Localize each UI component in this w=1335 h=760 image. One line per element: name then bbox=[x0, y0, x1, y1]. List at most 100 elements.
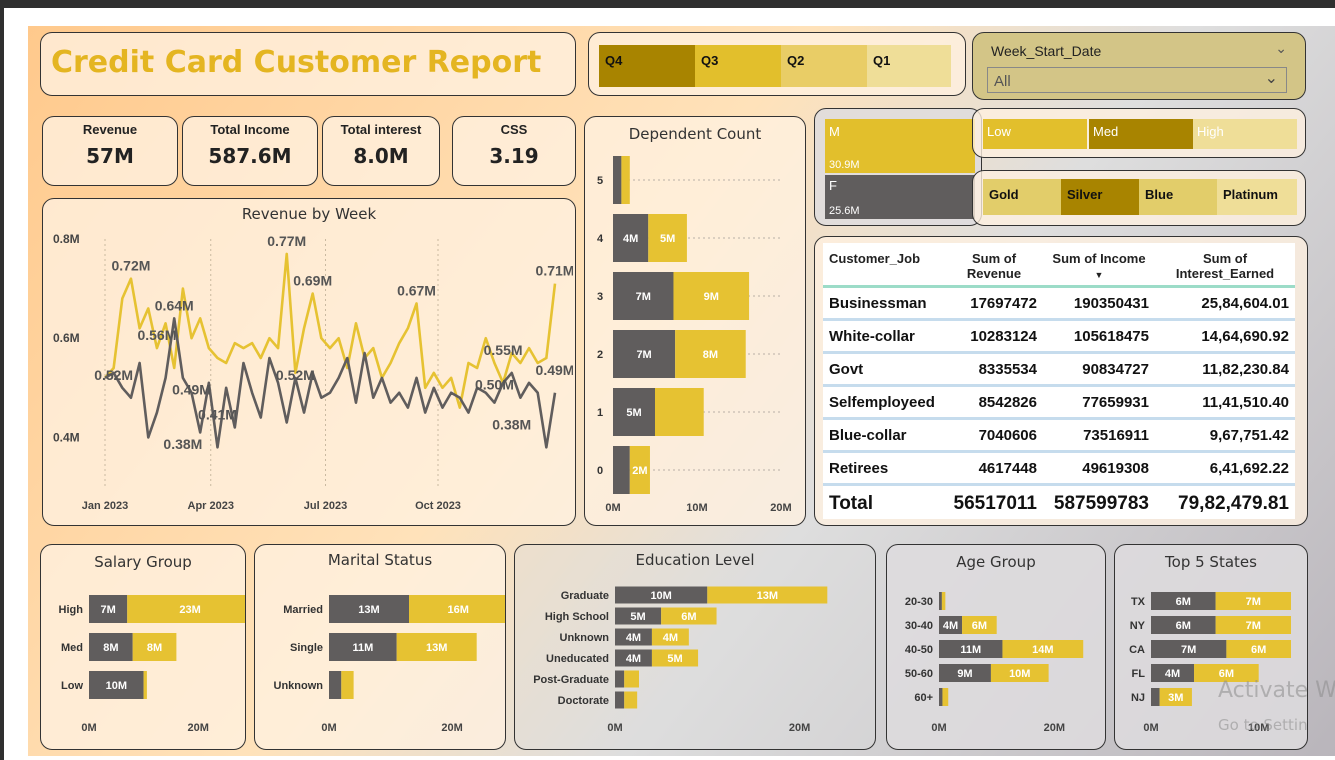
week-slicer-value: All bbox=[994, 73, 1011, 90]
x-tick-label: 0M bbox=[607, 722, 622, 734]
col-header-income-label: Sum of Income bbox=[1052, 251, 1146, 266]
y-tick-label: 0.6M bbox=[53, 331, 80, 345]
bar-data-label: 13M bbox=[426, 642, 447, 654]
bar-segment bbox=[615, 670, 625, 688]
kpi-interest-value: 8.0M bbox=[353, 144, 409, 168]
education-level-title: Education Level bbox=[635, 551, 755, 569]
data-label: 0.38M bbox=[163, 436, 202, 452]
y-tick-label: 0.8M bbox=[53, 232, 80, 246]
table-row[interactable]: Govt 8335534 90834727 11,82,230.84 bbox=[823, 352, 1295, 387]
table-row[interactable]: Retirees 4617448 49619308 6,41,692.22 bbox=[823, 451, 1295, 486]
bar-data-label: 6M bbox=[1176, 620, 1191, 632]
x-tick-label: 20M bbox=[441, 722, 462, 734]
kpi-css-label: CSS bbox=[500, 122, 528, 137]
x-tick-label: 20M bbox=[188, 722, 209, 734]
table-row[interactable]: White-collar 10283124 105618475 14,64,690.9… bbox=[823, 319, 1295, 354]
sort-desc-icon: ▼ bbox=[1094, 270, 1104, 280]
bar-data-label: 16M bbox=[448, 604, 469, 616]
bar-data-label: 6M bbox=[1251, 644, 1266, 656]
cell-income: 49619308 bbox=[1043, 451, 1155, 486]
card-option-silver[interactable]: Silver bbox=[1061, 179, 1139, 215]
kpi-income-label: Total Income bbox=[210, 122, 290, 137]
total-revenue: 56517011 bbox=[953, 493, 1038, 514]
income-option-med[interactable]: Med bbox=[1089, 119, 1193, 149]
x-tick-label: Apr 2023 bbox=[188, 500, 234, 512]
bar-data-label: 23M bbox=[179, 604, 200, 616]
bar-segment bbox=[655, 388, 704, 436]
category-label: 60+ bbox=[914, 692, 933, 704]
col-header-income[interactable]: Sum of Income ▼ bbox=[1043, 243, 1155, 287]
income-group-slicer: Low Med High bbox=[972, 108, 1306, 158]
quarter-option-q2[interactable]: Q2 bbox=[781, 45, 867, 87]
revenue-by-week-card: Revenue by Week Jan 2023 Apr 2023 Jul 2023… bbox=[42, 198, 576, 526]
category-label: 30-40 bbox=[905, 620, 933, 632]
week-slicer-dropdown[interactable]: All ⌄ bbox=[987, 67, 1287, 93]
income-option-low[interactable]: Low bbox=[983, 119, 1087, 149]
bar-data-label: 4M bbox=[626, 632, 641, 644]
quarter-option-q1[interactable]: Q1 bbox=[867, 45, 951, 87]
bar-segment bbox=[939, 592, 942, 610]
bar-data-label: 4M bbox=[943, 620, 958, 632]
cell-interest: 11,82,230.84 bbox=[1155, 352, 1295, 387]
category-label: NY bbox=[1130, 620, 1146, 632]
x-tick-label: 0M bbox=[1143, 722, 1158, 734]
bar-data-label: 6M bbox=[1176, 596, 1191, 608]
chevron-up-icon[interactable]: ⌄ bbox=[1275, 41, 1287, 57]
category-label: Uneducated bbox=[546, 653, 609, 665]
x-tick-label: Jul 2023 bbox=[304, 500, 347, 512]
card-option-platinum[interactable]: Platinum bbox=[1217, 179, 1297, 215]
col-header-revenue[interactable]: Sum of Revenue bbox=[945, 243, 1043, 287]
salary-group-title: Salary Group bbox=[94, 553, 192, 571]
quarter-option-q4[interactable]: Q4 bbox=[599, 45, 695, 87]
bar-segment bbox=[613, 156, 622, 204]
card-option-gold[interactable]: Gold bbox=[983, 179, 1061, 215]
x-tick-label: Oct 2023 bbox=[415, 500, 461, 512]
bar-data-label: 5M bbox=[660, 233, 675, 245]
table-row[interactable]: Businessman 17697472 190350431 25,84,604.01 bbox=[823, 286, 1295, 321]
category-label: FL bbox=[1132, 668, 1146, 680]
gender-f-value: 25.6M bbox=[829, 205, 860, 217]
bar-data-label: 4M bbox=[1165, 668, 1180, 680]
col-header-job[interactable]: Customer_Job bbox=[823, 243, 945, 287]
report-title-card: Credit Card Customer Report bbox=[40, 32, 576, 96]
window-left-border bbox=[0, 8, 4, 760]
table-row[interactable]: Selfemployeed 8542826 77659931 11,41,510.40 bbox=[823, 385, 1295, 420]
bar-data-label: 9M bbox=[957, 668, 972, 680]
kpi-income-card: Total Income 587.6M bbox=[182, 116, 318, 186]
cell-revenue: 17697472 bbox=[945, 286, 1043, 321]
bar-segment bbox=[1151, 688, 1160, 706]
category-label: Low bbox=[61, 680, 83, 692]
category-label: NJ bbox=[1131, 692, 1145, 704]
cell-income: 90834727 bbox=[1043, 352, 1155, 387]
bar-segment bbox=[942, 688, 949, 706]
income-option-high[interactable]: High bbox=[1193, 119, 1297, 149]
data-label: 0.71M bbox=[536, 263, 573, 279]
total-income: 587599783 bbox=[1053, 493, 1149, 514]
y-tick-label: 0.4M bbox=[53, 430, 80, 444]
table-row[interactable]: Blue-collar 7040606 73516911 9,67,751.42 bbox=[823, 418, 1295, 453]
bar-data-label: 7M bbox=[636, 291, 651, 303]
bar-data-label: 7M bbox=[1246, 620, 1261, 632]
gender-m-tile[interactable]: M 30.9M bbox=[825, 119, 975, 173]
bar-segment bbox=[329, 671, 342, 699]
dependent-count-title: Dependent Count bbox=[628, 125, 762, 143]
bar-segment bbox=[613, 446, 630, 494]
cell-job: White-collar bbox=[823, 319, 945, 354]
x-tick-label: 0M bbox=[81, 722, 96, 734]
category-label: Med bbox=[61, 642, 83, 654]
quarter-option-q3[interactable]: Q3 bbox=[695, 45, 781, 87]
gender-f-tile[interactable]: F 25.6M bbox=[825, 175, 975, 219]
card-option-blue[interactable]: Blue bbox=[1139, 179, 1217, 215]
bar-data-label: 11M bbox=[352, 642, 373, 654]
bar-data-label: 10M bbox=[650, 590, 671, 602]
category-label: Unknown bbox=[560, 632, 610, 644]
bar-data-label: 4M bbox=[626, 653, 641, 665]
cell-job: Blue-collar bbox=[823, 418, 945, 453]
category-label: Married bbox=[283, 604, 323, 616]
cell-job: Businessman bbox=[823, 286, 945, 321]
category-label: High bbox=[59, 604, 84, 616]
marital-status-card: Marital Status Married 13M 16M Single 11M 13M… bbox=[254, 544, 506, 750]
col-header-interest[interactable]: Sum of Interest_Earned bbox=[1155, 243, 1295, 287]
kpi-revenue-label: Revenue bbox=[82, 122, 138, 137]
activation-watermark-line1: Activate W bbox=[1218, 678, 1335, 703]
